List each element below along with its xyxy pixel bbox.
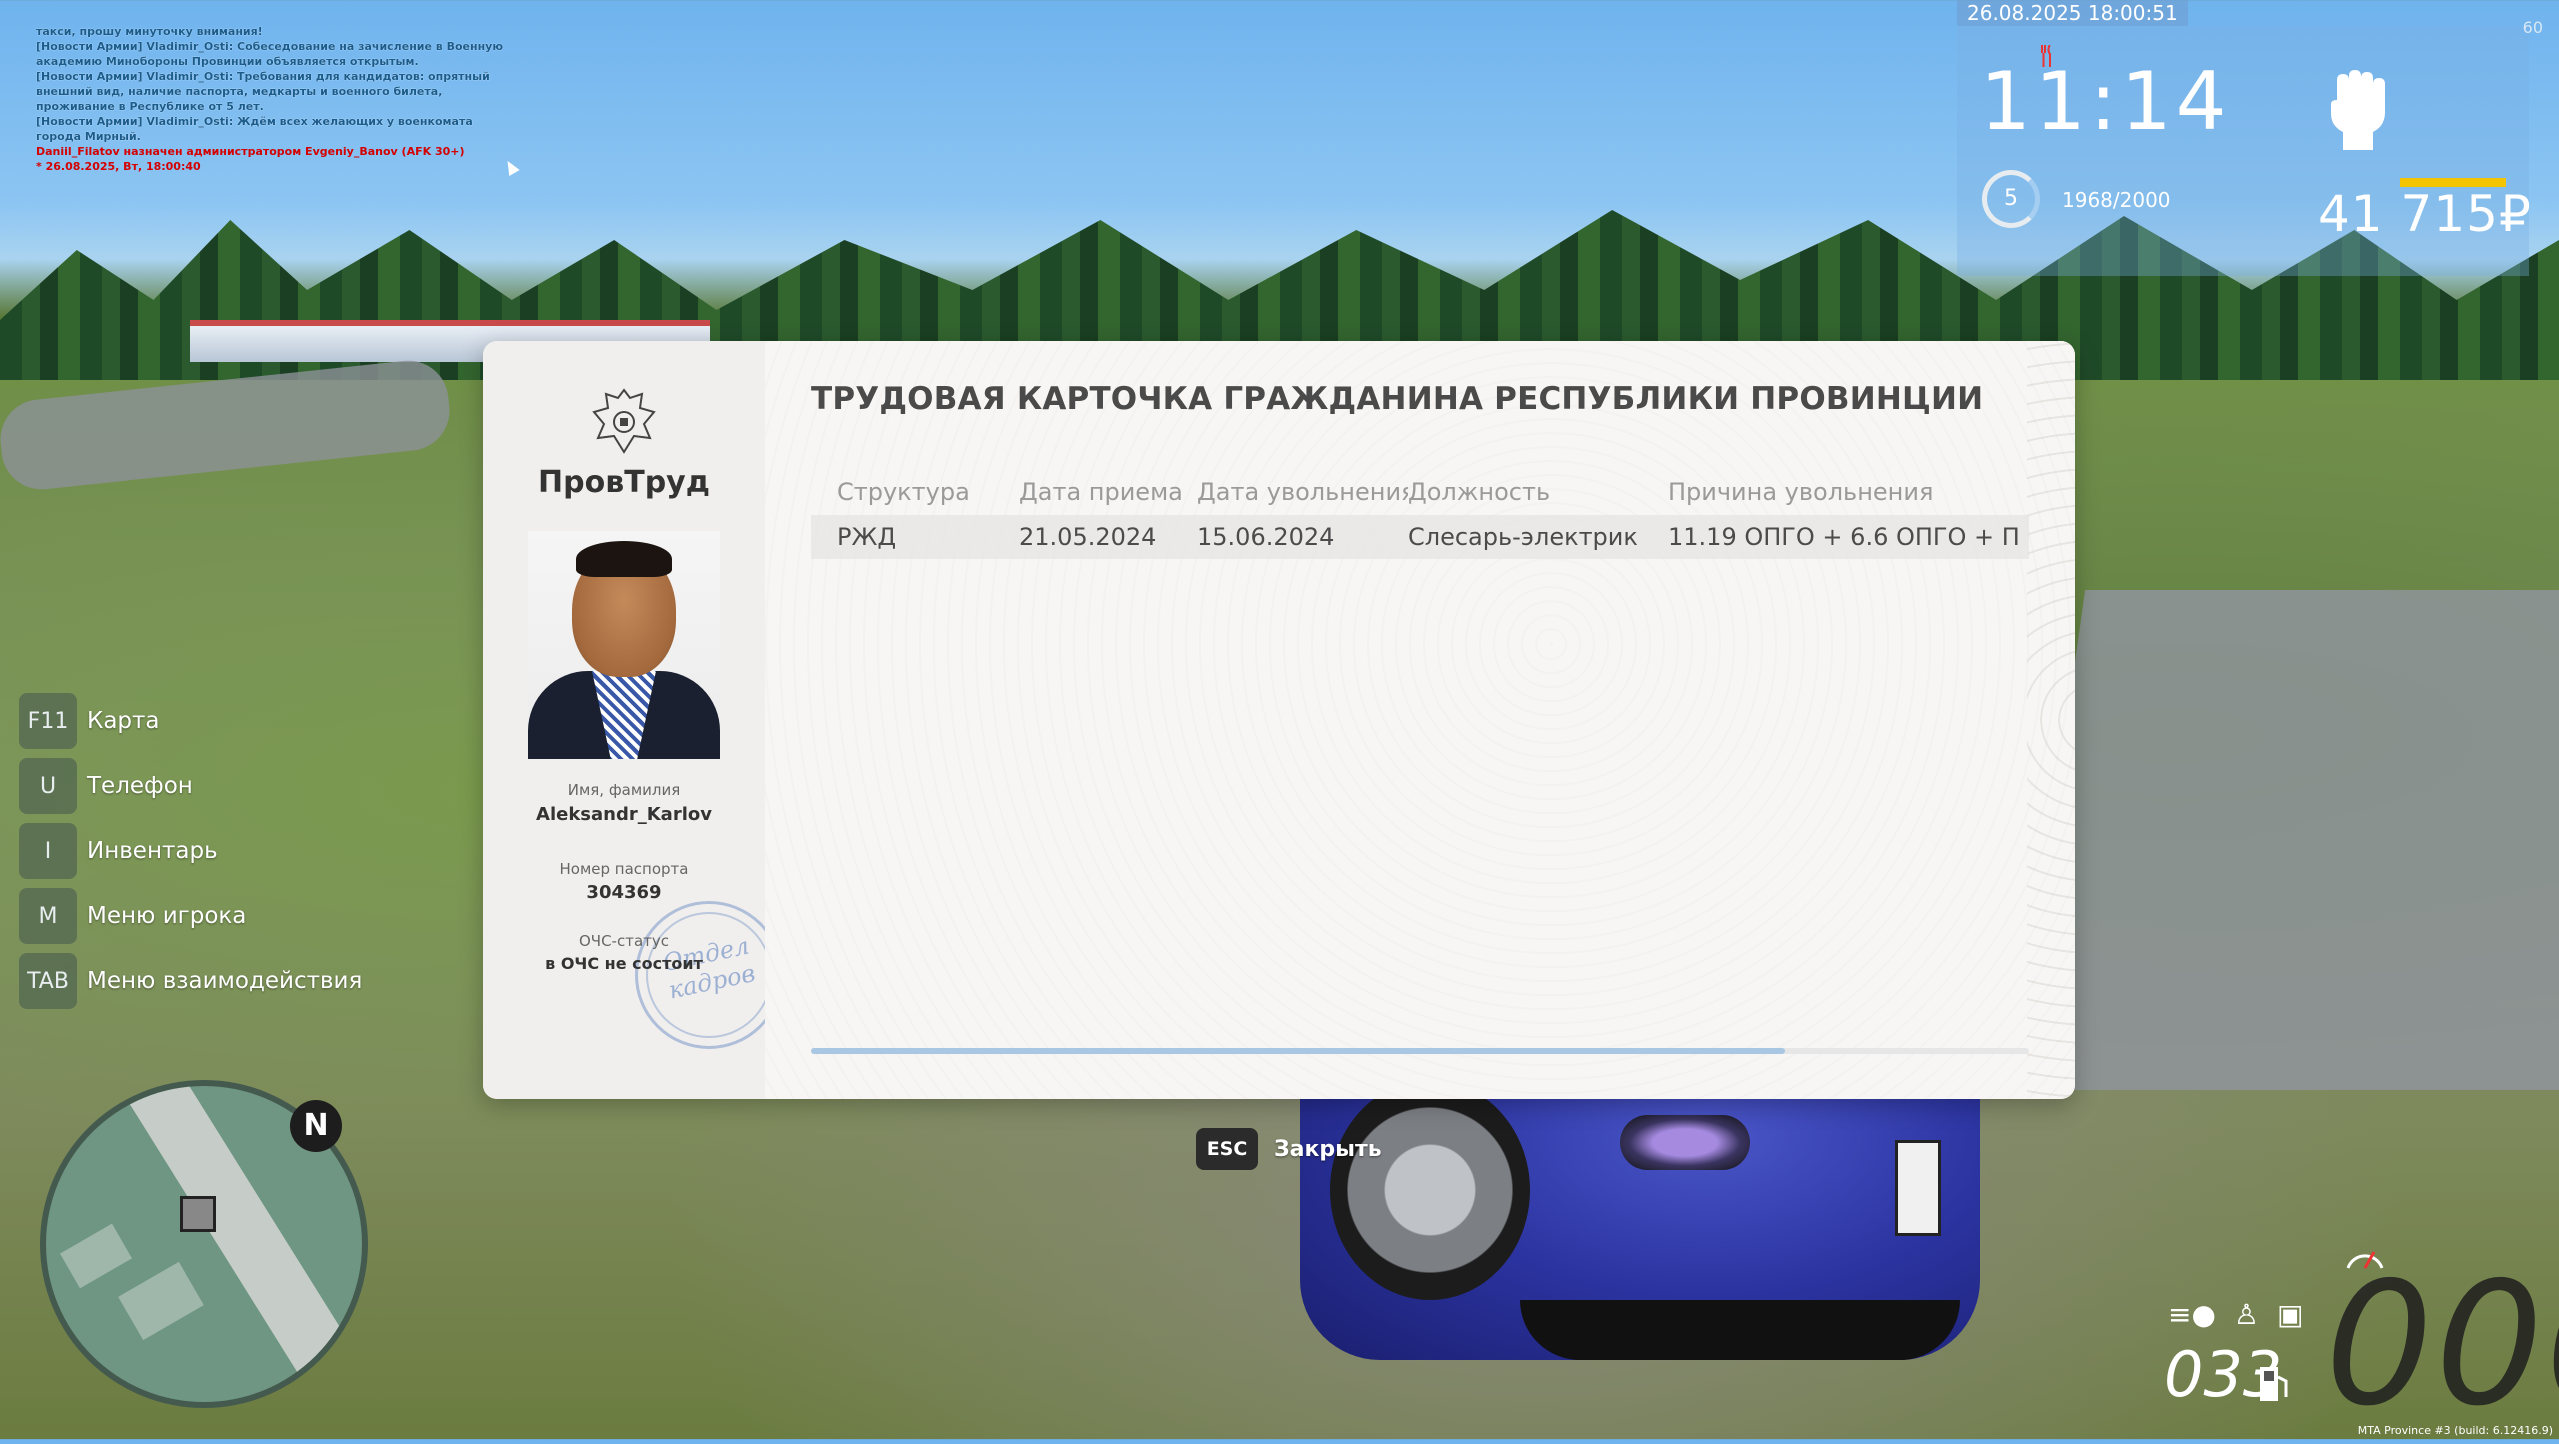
- chat-line: [Новости Армии] Vladimir_Osti: Собеседов…: [36, 40, 504, 68]
- coat-of-arms-icon: [592, 388, 656, 454]
- car-status-icons: ≡● ♙ ▣: [2168, 1298, 2303, 1331]
- seatbelt-icon: ♙: [2233, 1298, 2260, 1331]
- column-header: Дата увольнения: [1197, 478, 1408, 506]
- chat-box: такси, прошу минуточку внимания! [Новост…: [36, 24, 516, 174]
- key-label: Меню взаимодействия: [87, 968, 363, 994]
- employment-table: Структура Дата приема Дата увольнения До…: [811, 469, 2029, 559]
- table-header: Структура Дата приема Дата увольнения До…: [811, 469, 2029, 515]
- dialog-content: [765, 341, 2075, 1099]
- ochs-label: ОЧС-статус: [578, 932, 669, 950]
- dialog-sidebar: ПровТруд Имя, фамилия Aleksandr_Karlov Н…: [483, 341, 783, 1099]
- key-cap: U: [19, 758, 77, 814]
- scrollbar-thumb[interactable]: [811, 1048, 1786, 1054]
- decorative-border: [2027, 341, 2075, 1099]
- key-label: Карта: [87, 708, 160, 734]
- close-hint[interactable]: ESC Закрыть: [1196, 1128, 1382, 1170]
- brand-name: ПровТруд: [538, 465, 710, 500]
- key-cap: TAB: [19, 953, 77, 1009]
- player-marker-icon: [180, 1196, 216, 1232]
- column-header: Причина увольнения: [1668, 478, 1934, 506]
- engine-icon: ▣: [2277, 1298, 2304, 1331]
- north-compass-icon: N: [290, 1100, 342, 1152]
- dialog-title: ТРУДОВАЯ КАРТОЧКА ГРАЖДАНИНА РЕСПУБЛИКИ …: [811, 381, 1984, 417]
- photo-hair: [576, 541, 672, 577]
- chat-line: [Новости Армии] Vladimir_Osti: Ждём всех…: [36, 115, 473, 143]
- money-balance: 41 715₽: [2318, 185, 2532, 243]
- road-right: [2014, 590, 2559, 1090]
- key-cap: F11: [19, 693, 77, 749]
- horizontal-scrollbar[interactable]: [811, 1048, 2029, 1054]
- chat-line: такси, прошу минуточку внимания!: [36, 25, 263, 38]
- key-cap: M: [19, 888, 77, 944]
- cell-hire-date: 21.05.2024: [1019, 523, 1157, 551]
- ochs-status: в ОЧС не состоит: [545, 954, 703, 973]
- key-label: Инвентарь: [87, 838, 218, 864]
- name-label: Имя, фамилия: [567, 781, 681, 799]
- cell-dismissal-date: 15.06.2024: [1197, 523, 1335, 551]
- xp-progress: 1968/2000: [2062, 188, 2171, 212]
- fuel-icon: [2260, 1367, 2288, 1401]
- column-header: Структура: [837, 478, 970, 506]
- citizen-name: Aleksandr_Karlov: [536, 804, 712, 825]
- citizen-photo: [528, 531, 720, 759]
- passport-label: Номер паспорта: [559, 860, 689, 878]
- key-label: Меню игрока: [87, 903, 247, 929]
- chat-admin-line: Daniil_Filatov назначен администратором …: [36, 145, 465, 158]
- chat-line: [Новости Армии] Vladimir_Osti: Требовани…: [36, 70, 490, 113]
- minimap-block: [60, 1223, 132, 1289]
- key-hint-inventory[interactable]: I Инвентарь: [19, 822, 362, 880]
- key-hints: F11 Карта U Телефон I Инвентарь M Меню и…: [19, 692, 362, 1017]
- build-info: MTA Province #3 (build: 6.12416.9): [2357, 1424, 2553, 1437]
- key-cap: I: [19, 823, 77, 879]
- game-clock: 11:14: [1980, 55, 2231, 148]
- passport-number: 304369: [586, 882, 662, 903]
- fps-counter: 60: [2522, 18, 2543, 37]
- speed-readout: 000: [2325, 1246, 2559, 1444]
- column-header: Должность: [1408, 478, 1551, 506]
- cell-position: Слесарь-электрик: [1408, 523, 1638, 551]
- hr-stamp: Отдел кадров: [635, 901, 783, 1049]
- cell-dismissal-reason: 11.19 ОПГО + 6.6 ОПГО + П: [1668, 523, 2020, 551]
- column-header: Дата приема: [1019, 478, 1183, 506]
- car-wheel: [1330, 1080, 1530, 1300]
- chat-date-line: * 26.08.2025, Вт, 18:00:40: [36, 160, 201, 173]
- server-datetime: 26.08.2025 18:00:51: [1957, 0, 2188, 26]
- key-hint-phone[interactable]: U Телефон: [19, 757, 362, 815]
- table-row: РЖД 21.05.2024 15.06.2024 Слесарь-электр…: [811, 515, 2029, 559]
- esc-key[interactable]: ESC: [1196, 1128, 1258, 1170]
- license-plate: [1895, 1140, 1941, 1236]
- car-headlight: [1620, 1115, 1750, 1170]
- key-hint-interaction-menu[interactable]: TAB Меню взаимодействия: [19, 952, 362, 1010]
- key-hint-player-menu[interactable]: M Меню игрока: [19, 887, 362, 945]
- car-bumper: [1520, 1300, 1960, 1360]
- work-record-dialog: ПровТруд Имя, фамилия Aleksandr_Karlov Н…: [483, 341, 2075, 1099]
- minimap-block: [118, 1261, 204, 1341]
- headlight-icon: ≡●: [2168, 1298, 2216, 1331]
- level-ring: 5: [1982, 170, 2040, 228]
- fist-icon: [2331, 70, 2385, 150]
- key-label: Телефон: [87, 773, 193, 799]
- close-label[interactable]: Закрыть: [1274, 1137, 1382, 1162]
- key-hint-map[interactable]: F11 Карта: [19, 692, 362, 750]
- cell-structure: РЖД: [837, 523, 897, 551]
